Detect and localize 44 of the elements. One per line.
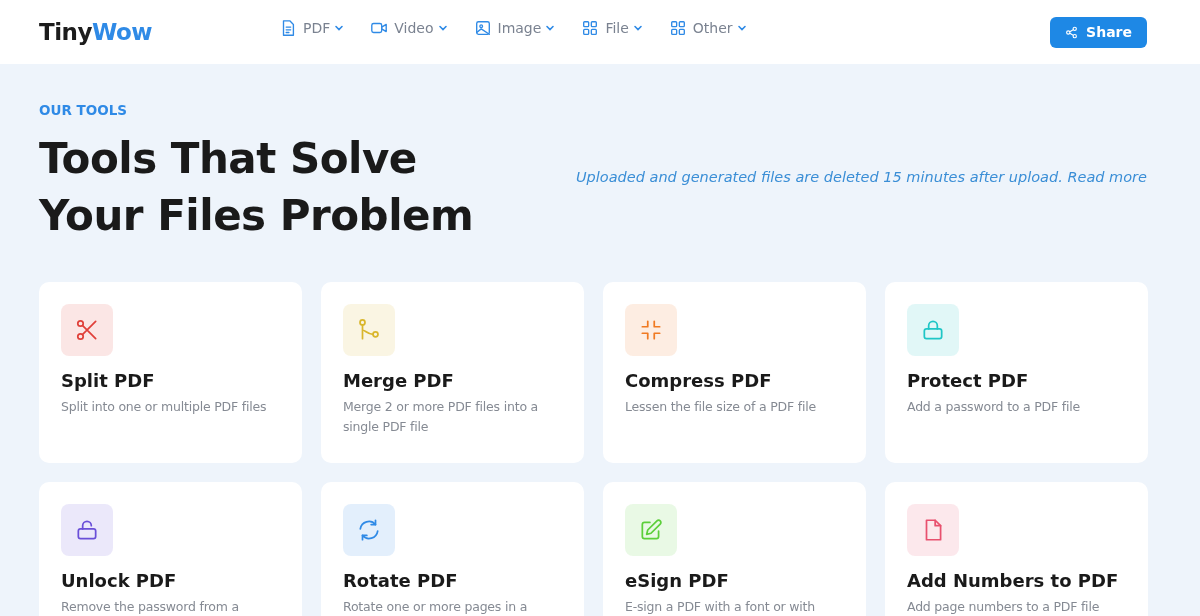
- tool-card[interactable]: Compress PDF Lessen the file size of a PDF file: [603, 282, 866, 463]
- image-icon: [473, 19, 492, 37]
- tool-description: E-sign a PDF with a font or with: [625, 598, 817, 616]
- section-label: OUR TOOLS: [39, 102, 129, 118]
- chevron-down-icon: [736, 23, 747, 33]
- logo[interactable]: TinyWow: [39, 19, 279, 45]
- tool-title: eSign PDF: [625, 570, 730, 591]
- chevron-down-icon: [632, 23, 643, 33]
- grid-icon: [581, 19, 600, 37]
- chevron-down-icon: [437, 23, 448, 33]
- page-heading: Your Files Problem: [39, 190, 474, 242]
- chevron-down-icon: [334, 23, 345, 33]
- tool-title: Protect PDF: [907, 370, 1030, 391]
- nav-menu-item[interactable]: PDF: [279, 19, 345, 37]
- tool-description: Merge 2 or more PDF files into a single PDF file: [343, 398, 540, 436]
- tool-description: Split into one or multiple PDF files: [61, 398, 268, 416]
- tool-title: Add Numbers to PDF: [907, 570, 1120, 591]
- tool-description: Add a password to a PDF file: [907, 398, 1082, 416]
- tool-title: Split PDF: [61, 370, 156, 391]
- tool-description: Lessen the file size of a PDF file: [625, 398, 817, 416]
- chevron-down-icon: [545, 23, 556, 33]
- page-heading: Tools That Solve: [39, 133, 417, 185]
- tool-title: Unlock PDF: [61, 570, 178, 591]
- tool-description: Rotate one or more pages in a: [343, 598, 529, 616]
- tool-card[interactable]: Unlock PDF Remove the password from a: [39, 482, 302, 616]
- nav-menu-item[interactable]: File: [581, 19, 643, 37]
- share-button[interactable]: Share: [1050, 16, 1147, 48]
- tool-description: Remove the password from a: [61, 598, 241, 616]
- tool-title: Merge PDF: [343, 370, 455, 391]
- nav-menu-item[interactable]: Image: [473, 19, 556, 37]
- tool-title: Compress PDF: [625, 370, 773, 391]
- nav-menu-item[interactable]: Other: [668, 19, 747, 37]
- tool-card[interactable]: Add Numbers to PDF Add page numbers to a PDF file: [885, 482, 1148, 616]
- upload-notice: Uploaded and generated files are deleted 15 minutes after upload. Read more: [576, 169, 1147, 185]
- tool-description: Add page numbers to a PDF file: [907, 598, 1101, 616]
- tool-card[interactable]: Split PDF Split into one or multiple PDF files: [39, 282, 302, 463]
- tool-card[interactable]: Merge PDF Merge 2 or more PDF files into a single PDF file: [321, 282, 584, 463]
- tool-card[interactable]: Rotate PDF Rotate one or more pages in a: [321, 482, 584, 616]
- share-icon: [1065, 25, 1079, 39]
- tool-title: Rotate PDF: [343, 570, 459, 591]
- grid-icon: [668, 19, 687, 37]
- tool-card[interactable]: Protect PDF Add a password to a PDF file: [885, 282, 1148, 463]
- tool-card[interactable]: eSign PDF E-sign a PDF with a font or with: [603, 482, 866, 616]
- nav-menu-item[interactable]: Video: [370, 19, 448, 37]
